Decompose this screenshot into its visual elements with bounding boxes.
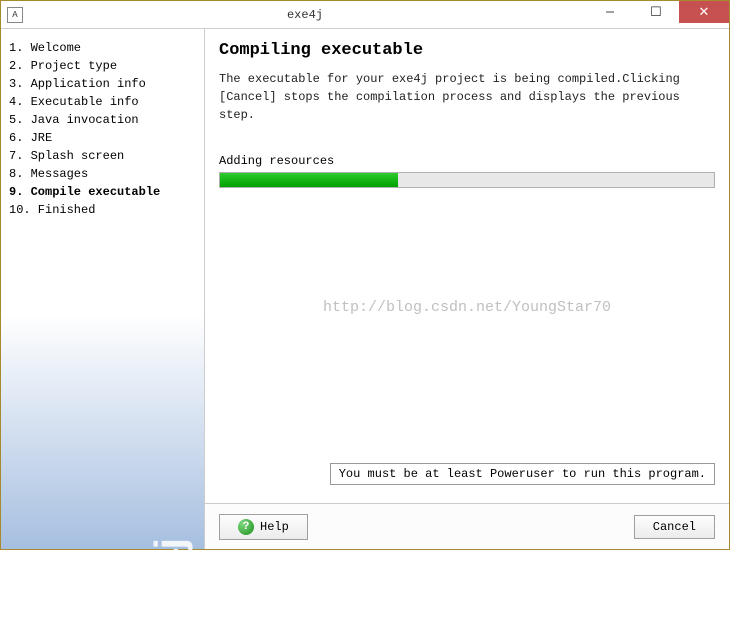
sidebar-step: 5. Java invocation bbox=[9, 111, 196, 129]
sidebar-step: 3. Application info bbox=[9, 75, 196, 93]
sidebar-step: 1. Welcome bbox=[9, 39, 196, 57]
sidebar-step: 7. Splash screen bbox=[9, 147, 196, 165]
warning-message: You must be at least Poweruser to run th… bbox=[330, 463, 715, 485]
brand-watermark: exe4j bbox=[146, 539, 194, 639]
progress-fill bbox=[220, 173, 398, 187]
progress-bar bbox=[219, 172, 715, 188]
page-title: Compiling executable bbox=[219, 41, 715, 60]
cancel-button-label: Cancel bbox=[653, 520, 696, 534]
sidebar: 1. Welcome2. Project type3. Application … bbox=[1, 29, 205, 549]
cancel-button[interactable]: Cancel bbox=[634, 515, 715, 539]
help-icon: ? bbox=[238, 519, 254, 535]
titlebar: A exe4j ─ ☐ ✕ bbox=[1, 1, 729, 29]
sidebar-step: 4. Executable info bbox=[9, 93, 196, 111]
maximize-button[interactable]: ☐ bbox=[633, 1, 679, 23]
sidebar-step: 9. Compile executable bbox=[9, 183, 196, 201]
progress-status: Adding resources bbox=[219, 154, 715, 168]
page-description: The executable for your exe4j project is… bbox=[219, 70, 715, 124]
sidebar-step: 10. Finished bbox=[9, 201, 196, 219]
watermark-text: http://blog.csdn.net/YoungStar70 bbox=[323, 299, 611, 316]
step-list: 1. Welcome2. Project type3. Application … bbox=[9, 39, 196, 219]
main-panel: Compiling executable The executable for … bbox=[205, 29, 729, 549]
sidebar-step: 6. JRE bbox=[9, 129, 196, 147]
sidebar-step: 2. Project type bbox=[9, 57, 196, 75]
app-icon: A bbox=[7, 7, 23, 23]
window-controls: ─ ☐ ✕ bbox=[587, 1, 729, 28]
button-bar: ? Help Cancel bbox=[205, 503, 729, 549]
help-button-label: Help bbox=[260, 520, 289, 534]
minimize-button[interactable]: ─ bbox=[587, 1, 633, 23]
sidebar-step: 8. Messages bbox=[9, 165, 196, 183]
close-button[interactable]: ✕ bbox=[679, 1, 729, 23]
help-button[interactable]: ? Help bbox=[219, 514, 308, 540]
content-area: 1. Welcome2. Project type3. Application … bbox=[1, 29, 729, 549]
window-title: exe4j bbox=[23, 8, 587, 22]
